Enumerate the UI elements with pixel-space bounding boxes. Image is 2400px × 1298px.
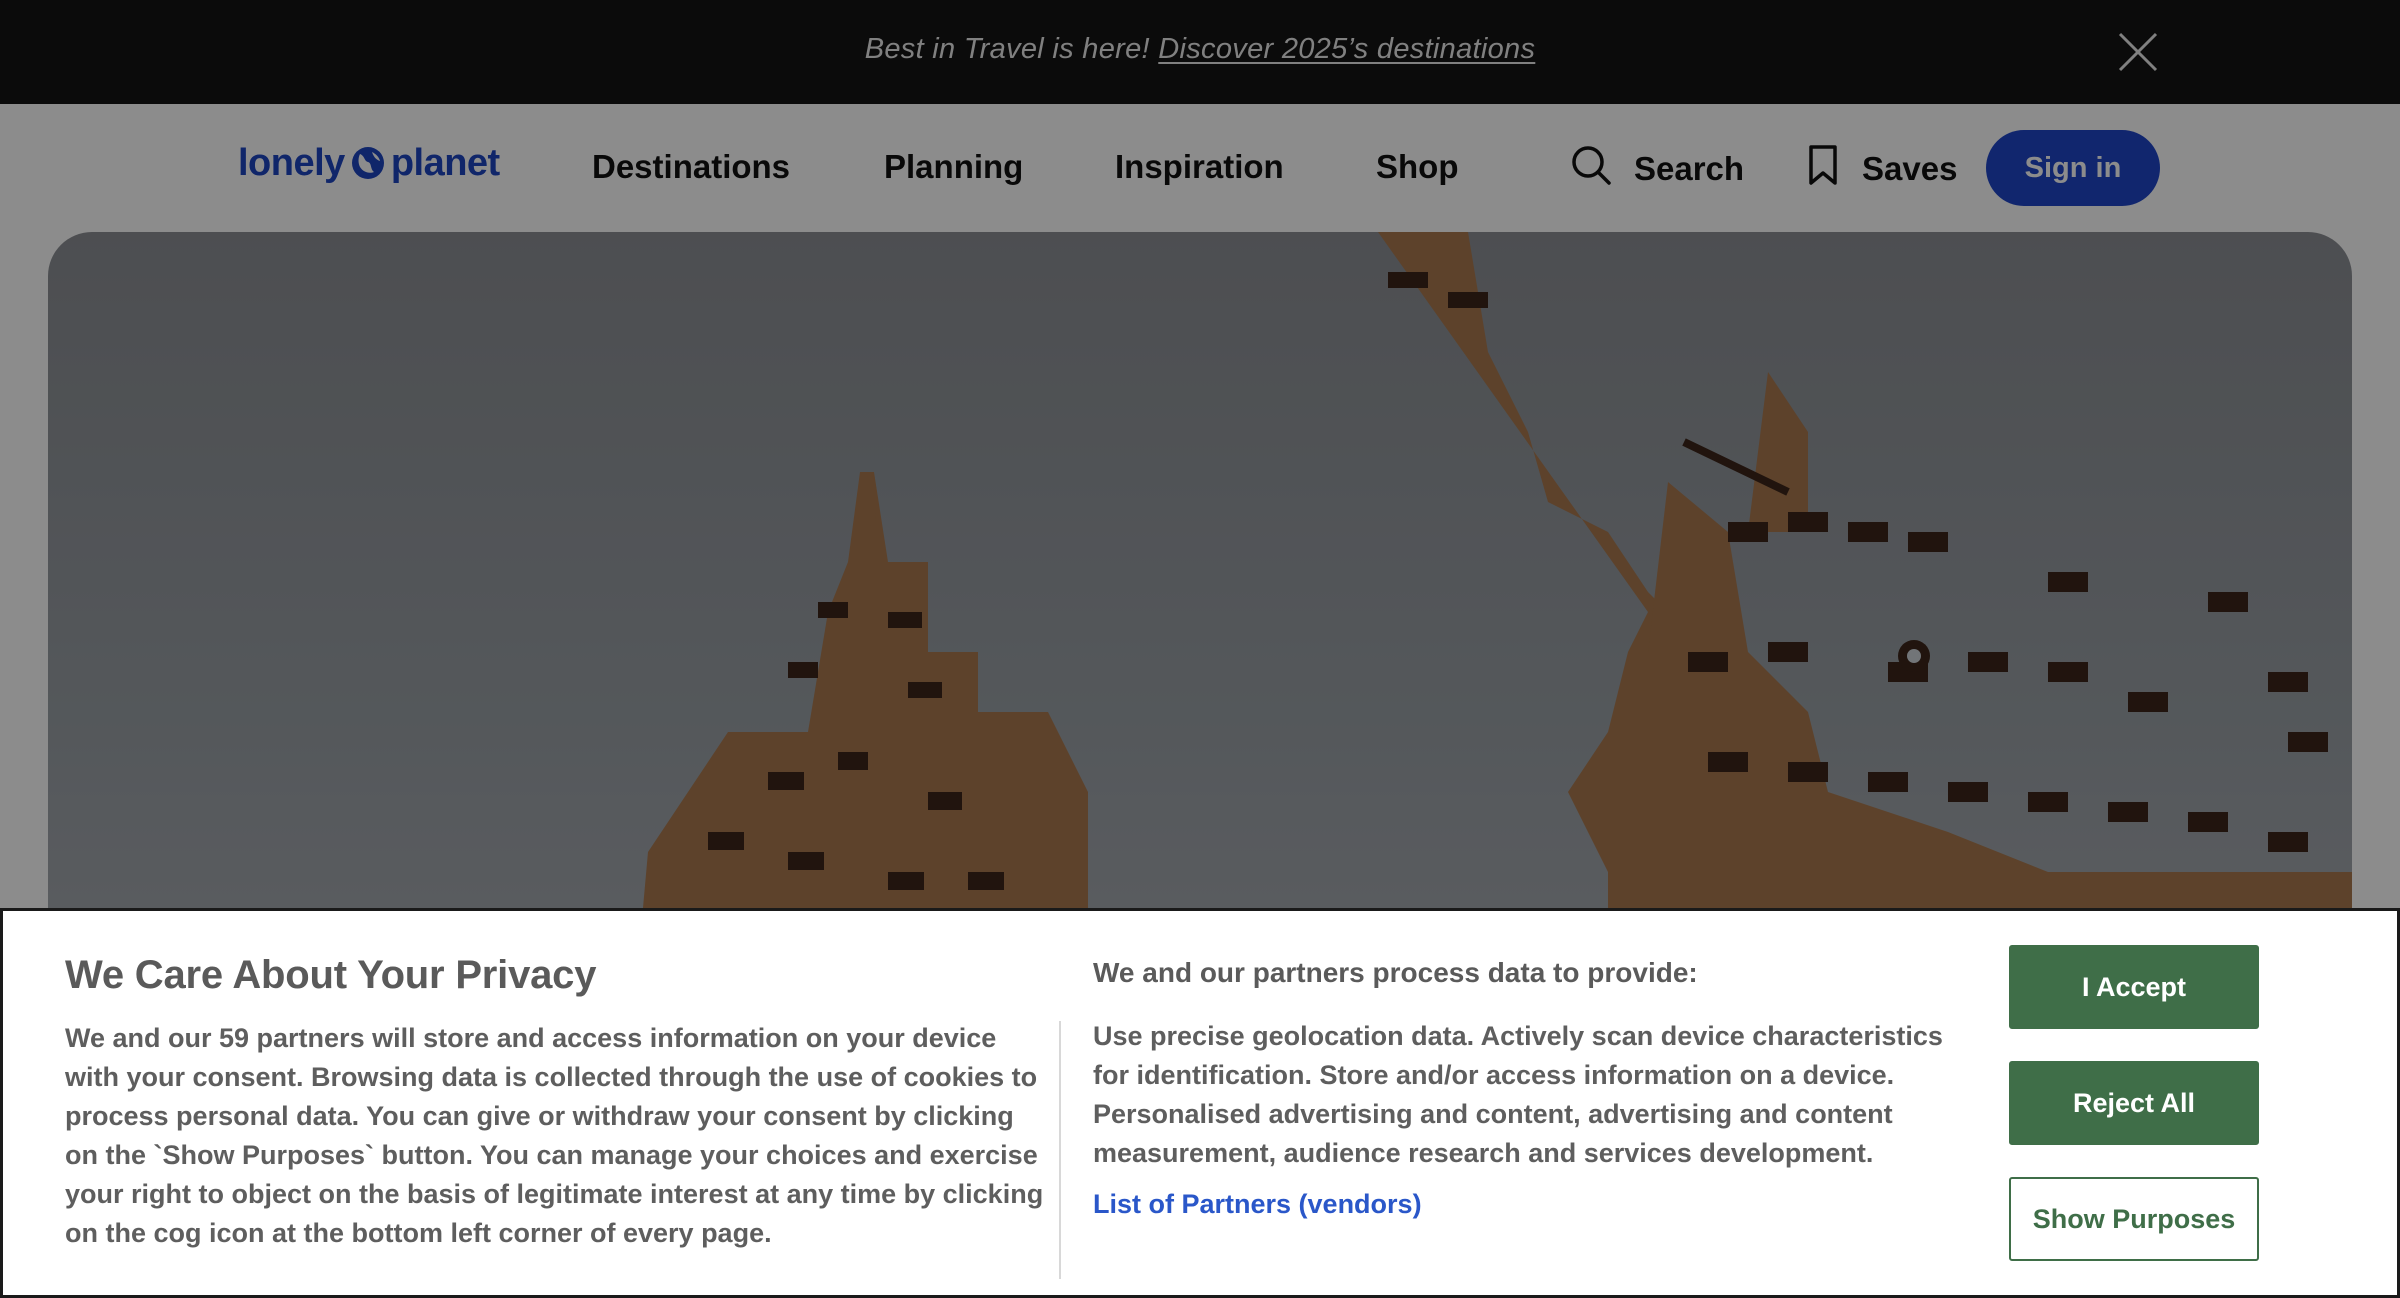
promo-message: Best in Travel is here! Discover 2025’s …	[0, 33, 2400, 66]
browser-viewport: Best in Travel is here! Discover 2025’s …	[0, 0, 2400, 1298]
saves-button[interactable]: Saves	[1808, 144, 1957, 194]
promo-link[interactable]: Discover 2025’s destinations	[1158, 33, 1535, 65]
logo-text-right: planet	[390, 141, 500, 184]
consent-title: We Care About Your Privacy	[65, 953, 597, 997]
partners-list-link[interactable]: List of Partners (vendors)	[1093, 1189, 1422, 1220]
purposes-heading: We and our partners process data to prov…	[1093, 957, 1698, 988]
bookmark-icon	[1808, 144, 1838, 194]
search-label: Search	[1634, 150, 1745, 187]
nav-destinations[interactable]: Destinations	[592, 148, 790, 186]
promo-text: Best in Travel is here!	[864, 33, 1150, 65]
purposes-description: Use precise geolocation data. Actively s…	[1093, 1021, 1943, 1168]
search-icon	[1570, 144, 1612, 194]
promo-banner: Best in Travel is here! Discover 2025’s …	[0, 0, 2400, 104]
sign-in-button[interactable]: Sign in	[1986, 130, 2160, 206]
globe-icon	[351, 146, 385, 180]
consent-description: We and our 59 partners will store and ac…	[65, 1023, 1044, 1248]
logo-text-left: lonely	[238, 141, 345, 184]
nav-inspiration[interactable]: Inspiration	[1115, 148, 1284, 186]
search-button[interactable]: Search	[1570, 144, 1744, 194]
consent-divider	[1059, 1021, 1061, 1279]
saves-label: Saves	[1862, 150, 1958, 187]
site-header: lonely planet Destinations Planning Insp…	[0, 104, 2400, 232]
accept-button[interactable]: I Accept	[2009, 945, 2259, 1029]
close-icon[interactable]	[2116, 30, 2160, 74]
nav-planning[interactable]: Planning	[884, 148, 1023, 186]
cookie-consent-banner: We Care About Your Privacy We and our 59…	[0, 908, 2400, 1298]
nav-shop[interactable]: Shop	[1376, 148, 1458, 186]
show-purposes-button[interactable]: Show Purposes	[2009, 1177, 2259, 1261]
reject-all-button[interactable]: Reject All	[2009, 1061, 2259, 1145]
lonely-planet-logo[interactable]: lonely planet	[238, 140, 500, 186]
